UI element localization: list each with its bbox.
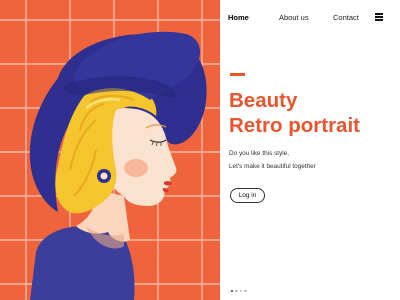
hero-subtitle: Do you like this style, Let's make it be… (229, 148, 399, 173)
carousel-pager (231, 290, 247, 294)
blush (124, 159, 148, 177)
hero-subtitle-line-1: Do you like this style, (229, 150, 290, 157)
nav-item-about-us[interactable]: About us (279, 13, 309, 22)
hero-title-line-2: Retro portrait (229, 114, 360, 137)
pager-dot[interactable] (231, 290, 234, 293)
login-button[interactable]: Log in (230, 188, 265, 203)
landing-page: Home About us Contact Beauty Retro portr… (0, 0, 400, 300)
hamburger-menu-icon[interactable] (375, 13, 383, 21)
hero-title: Beauty Retro portrait (229, 88, 399, 138)
retro-portrait-illustration (0, 0, 220, 300)
nav-item-contact[interactable]: Contact (333, 13, 359, 22)
portrait-svg (0, 0, 220, 300)
pager-dot[interactable] (235, 290, 238, 293)
nav-item-home[interactable]: Home (228, 13, 249, 22)
accent-dash (230, 73, 245, 76)
top-nav: Home About us Contact (220, 0, 400, 36)
pager-dot[interactable] (239, 290, 243, 293)
pager-dot[interactable] (244, 290, 247, 293)
hero-title-line-1: Beauty (229, 89, 298, 112)
hero-subtitle-line-2: Let's make it beautiful together (229, 162, 316, 170)
